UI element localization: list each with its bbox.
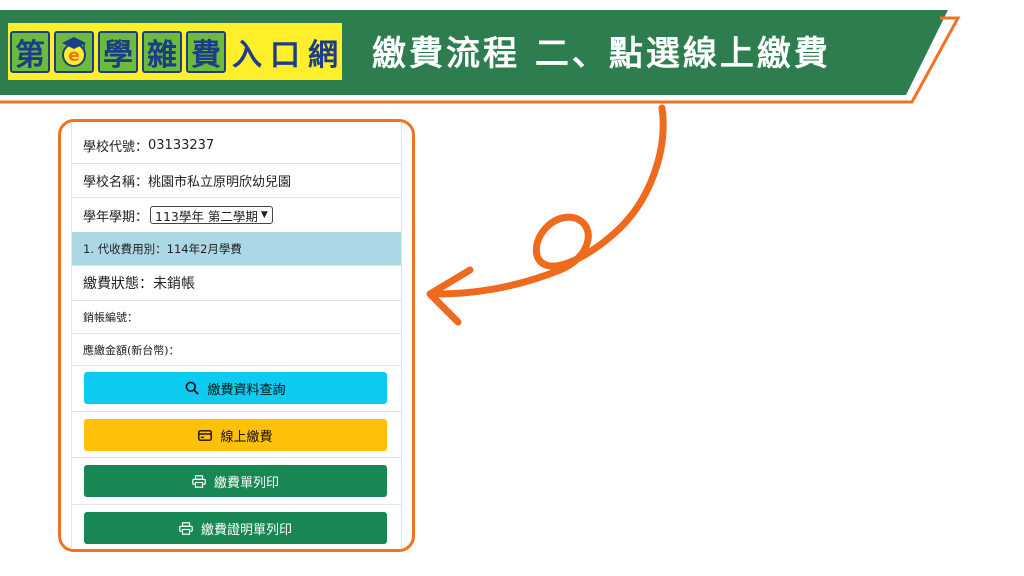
school-name-label: 學校名稱： — [83, 175, 149, 190]
logo-char: 網 — [308, 37, 338, 73]
fee-category-header: 1. 代收費用別：114年2月學費 — [72, 232, 401, 266]
pay-online-button[interactable]: 線上繳費 — [84, 419, 387, 451]
payment-panel: 學校代號： 03133237 學校名稱： 桃園市私立原明欣幼兒園 學年學期： 1… — [58, 119, 415, 552]
school-name-value: 桃園市私立原明欣幼兒園 — [148, 175, 292, 190]
status-value: 未銷帳 — [153, 276, 195, 292]
amount-row: 應繳金額(新台幣)： — [72, 334, 401, 366]
query-button-label: 繳費資料查詢 — [207, 382, 286, 398]
term-selected-value: 113學年 第二學期 — [155, 208, 258, 224]
site-logo: 第 e 學 雜 費 入 口 網 — [8, 23, 342, 80]
query-payment-button[interactable]: 繳費資料查詢 — [84, 372, 387, 404]
logo-char: 口 — [270, 37, 300, 73]
amount-label: 應繳金額(新台幣)： — [83, 343, 180, 357]
printer-icon — [179, 521, 193, 535]
printer-icon — [192, 474, 206, 488]
panel-table: 學校代號： 03133237 學校名稱： 桃園市私立原明欣幼兒園 學年學期： 1… — [71, 122, 402, 549]
status-label: 繳費狀態： — [83, 276, 153, 292]
print-receipt-button[interactable]: 繳費證明單列印 — [84, 512, 387, 544]
chevron-down-icon: ▼ — [260, 210, 268, 220]
school-code-label: 學校代號： — [83, 140, 149, 155]
school-name-row: 學校名稱： 桃園市私立原明欣幼兒園 — [72, 164, 401, 198]
term-select[interactable]: 113學年 第二學期 ▼ — [150, 206, 273, 224]
credit-card-icon — [198, 429, 213, 441]
logo-char: 雜 — [142, 30, 182, 73]
print-receipt-label: 繳費證明單列印 — [200, 522, 292, 538]
writeoff-row: 銷帳編號： — [72, 301, 401, 334]
fee-category-label: 1. 代收費用別：114年2月學費 — [83, 241, 242, 256]
pay-online-label: 線上繳費 — [220, 429, 273, 445]
logo-char: 費 — [186, 30, 226, 73]
term-label: 學年學期： — [83, 209, 149, 225]
banner-title: 繳費流程 二、點選線上繳費 — [372, 34, 831, 74]
e-graduation-cap-icon: e — [54, 30, 94, 73]
term-row: 學年學期： 113學年 第二學期 ▼ — [72, 198, 401, 232]
logo-char: 入 — [232, 37, 262, 73]
search-icon — [186, 381, 200, 395]
logo-char: 第 — [10, 30, 50, 73]
school-code-value: 03133237 — [148, 138, 215, 153]
school-code-row: 學校代號： 03133237 — [72, 128, 401, 164]
logo-char: 學 — [98, 30, 138, 73]
status-row: 繳費狀態： 未銷帳 — [72, 266, 401, 301]
writeoff-label: 銷帳編號： — [83, 311, 138, 324]
print-bill-button[interactable]: 繳費單列印 — [84, 465, 387, 497]
print-bill-label: 繳費單列印 — [213, 475, 279, 491]
